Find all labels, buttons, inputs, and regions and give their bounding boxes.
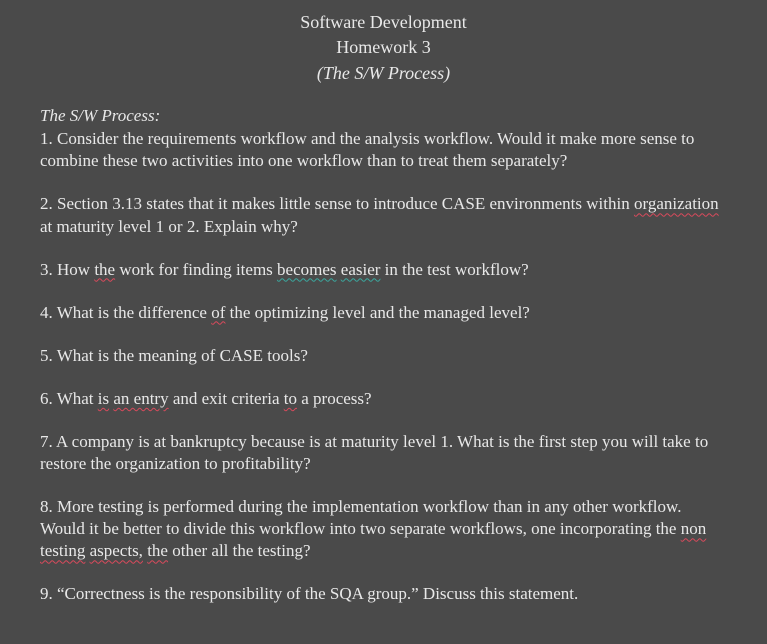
- question-1: 1. Consider the requirements workflow an…: [40, 128, 727, 172]
- question-3-text-b: work for finding items: [115, 260, 277, 279]
- question-5-text: 5. What is the meaning of CASE tools?: [40, 346, 308, 365]
- question-4-text-b: the optimizing level and the managed lev…: [225, 303, 529, 322]
- grammar-mark-the: the: [94, 260, 115, 279]
- question-5: 5. What is the meaning of CASE tools?: [40, 345, 727, 367]
- question-8-text-a: 8. More testing is performed during the …: [40, 497, 681, 538]
- document-subtitle-italic: (The S/W Process): [40, 62, 727, 85]
- grammar-mark-is: is: [98, 389, 109, 408]
- question-6-text-c: a process?: [297, 389, 372, 408]
- document-subtitle: Homework 3: [40, 36, 727, 59]
- spellcheck-mark-organization: organization: [634, 194, 719, 213]
- document-header: Software Development Homework 3 (The S/W…: [40, 11, 727, 85]
- grammar-mark-becomes: becomes: [277, 260, 336, 279]
- question-7: 7. A company is at bankruptcy because is…: [40, 431, 727, 475]
- grammar-mark-of: of: [211, 303, 225, 322]
- grammar-mark-an-entry: an entry: [113, 389, 168, 408]
- grammar-mark-easier: easier: [341, 260, 381, 279]
- question-6-text-b: and exit criteria: [169, 389, 284, 408]
- question-2-text-a: 2. Section 3.13 states that it makes lit…: [40, 194, 634, 213]
- question-9-text: 9. “Correctness is the responsibility of…: [40, 584, 578, 603]
- question-6: 6. What is an entry and exit criteria to…: [40, 388, 727, 410]
- question-3-text-a: 3. How: [40, 260, 94, 279]
- question-4: 4. What is the difference of the optimiz…: [40, 302, 727, 324]
- grammar-mark-to: to: [284, 389, 297, 408]
- question-8: 8. More testing is performed during the …: [40, 496, 727, 562]
- question-7-text: 7. A company is at bankruptcy because is…: [40, 432, 708, 473]
- question-8-text-b: other all the testing?: [168, 541, 311, 560]
- question-6-text-a: 6. What: [40, 389, 98, 408]
- document-page: Software Development Homework 3 (The S/W…: [0, 0, 767, 626]
- document-title: Software Development: [40, 11, 727, 34]
- question-1-text: 1. Consider the requirements workflow an…: [40, 129, 694, 170]
- grammar-mark-the-2: the: [147, 541, 168, 560]
- grammar-mark-aspects: aspects,: [90, 541, 143, 560]
- question-4-text-a: 4. What is the difference: [40, 303, 211, 322]
- section-heading: The S/W Process:: [40, 105, 727, 127]
- question-2: 2. Section 3.13 states that it makes lit…: [40, 193, 727, 237]
- question-3-text-c: in the test workflow?: [380, 260, 528, 279]
- question-9: 9. “Correctness is the responsibility of…: [40, 583, 727, 605]
- question-2-text-b: at maturity level 1 or 2. Explain why?: [40, 217, 298, 236]
- question-3: 3. How the work for finding items become…: [40, 259, 727, 281]
